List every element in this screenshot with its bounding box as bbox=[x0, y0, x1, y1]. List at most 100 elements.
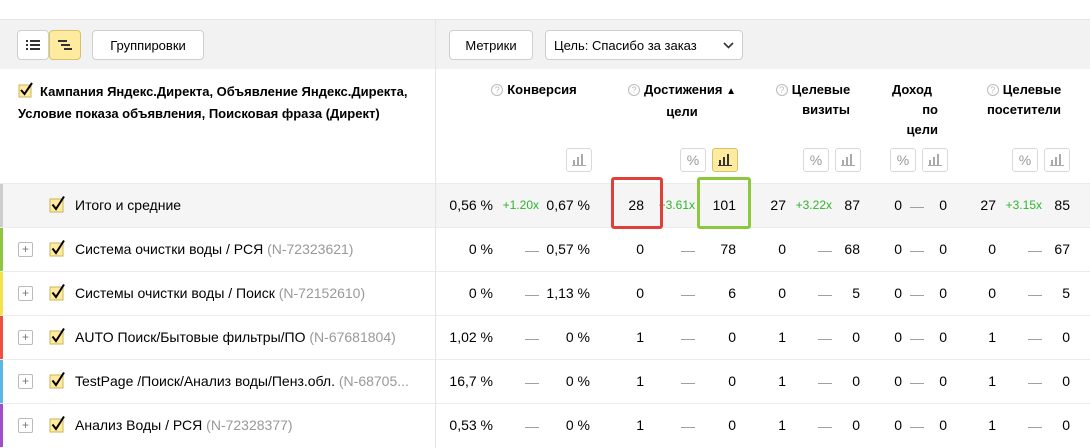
cell-vis-delta: — bbox=[1028, 286, 1042, 302]
cell-conv-delta: — bbox=[525, 330, 539, 346]
row-title-text: Системы очистки воды / Поиск bbox=[75, 285, 275, 301]
cell-rev-delta: — bbox=[910, 286, 924, 302]
cell-conv-delta: — bbox=[525, 242, 539, 258]
chart-toggle-reaches[interactable] bbox=[712, 148, 738, 172]
bar-chart-icon bbox=[1050, 154, 1064, 166]
chart-toggle-visitors[interactable] bbox=[1044, 148, 1070, 172]
col-goal-reaches[interactable]: ? Достижения ▲ цели bbox=[612, 80, 752, 122]
cell-visits-a: 1 bbox=[778, 329, 786, 345]
bar-chart-icon bbox=[928, 154, 942, 166]
row-title[interactable]: Итого и средние bbox=[75, 197, 420, 213]
highlight-box-green bbox=[697, 177, 751, 229]
sort-arrow-icon: ▲ bbox=[726, 86, 736, 97]
row-title-text: Итого и средние bbox=[75, 197, 182, 213]
percent-toggle-visitors[interactable]: % bbox=[1012, 148, 1038, 172]
checkbox-checked-icon bbox=[49, 371, 65, 389]
cell-rev-delta: — bbox=[910, 242, 924, 258]
groupings-button[interactable]: Группировки bbox=[92, 30, 204, 60]
cell-rev-a: 0 bbox=[894, 329, 902, 345]
table-row[interactable]: + Системы очистки воды / Поиск (N-7215261… bbox=[0, 271, 1090, 315]
cell-visits-delta: — bbox=[818, 330, 832, 346]
help-icon[interactable]: ? bbox=[627, 84, 640, 96]
cell-vis-a: 0 bbox=[988, 241, 996, 257]
row-title[interactable]: AUTO Поиск/Бытовые фильтры/ПО (N-6768180… bbox=[75, 329, 420, 345]
cell-rev-a: 0 bbox=[894, 197, 902, 213]
cell-visits-delta: — bbox=[818, 242, 832, 258]
row-title[interactable]: TestPage /Поиск/Анализ воды/Пенз.обл. (N… bbox=[75, 373, 420, 389]
percent-toggle-revenue[interactable]: % bbox=[890, 148, 916, 172]
cell-visits-a: 1 bbox=[778, 373, 786, 389]
cell-reach-delta: — bbox=[681, 286, 695, 302]
cell-conv-a: 0 % bbox=[468, 241, 493, 257]
row-color-stripe bbox=[0, 228, 3, 271]
bar-chart-icon bbox=[718, 154, 732, 166]
col-target-visits[interactable]: ? Целевые визиты bbox=[768, 80, 858, 120]
cell-conv-b: 0 % bbox=[565, 373, 590, 389]
table-row[interactable]: + AUTO Поиск/Бытовые фильтры/ПО (N-676818… bbox=[0, 315, 1090, 359]
col-target-visitors[interactable]: ? Целевые посетители bbox=[976, 80, 1072, 120]
expand-row-button[interactable]: + bbox=[18, 330, 33, 345]
goal-select[interactable]: Цель: Спасибо за заказ bbox=[545, 30, 743, 60]
help-icon[interactable]: ? bbox=[986, 84, 999, 96]
expand-row-button[interactable]: + bbox=[18, 286, 33, 301]
percent-icon: % bbox=[686, 152, 700, 168]
chart-toggle-conversion[interactable] bbox=[566, 148, 592, 172]
row-checkbox[interactable] bbox=[49, 283, 66, 304]
cell-vis-delta: — bbox=[1028, 242, 1042, 258]
table-row[interactable]: + Система очистки воды / РСЯ (N-72323621)… bbox=[0, 227, 1090, 271]
row-color-stripe bbox=[0, 316, 3, 359]
row-color-stripe bbox=[0, 360, 3, 403]
row-title[interactable]: Система очистки воды / РСЯ (N-72323621) bbox=[75, 241, 420, 257]
cell-vis-a: 1 bbox=[988, 329, 996, 345]
row-title[interactable]: Системы очистки воды / Поиск (N-72152610… bbox=[75, 285, 420, 301]
cell-vis-b: 0 bbox=[1062, 373, 1070, 389]
table-row[interactable]: + Анализ Воды / РСЯ (N-72328377) 0,53 % — 0 … bbox=[0, 403, 1090, 447]
percent-toggle-visits[interactable]: % bbox=[803, 148, 829, 172]
cell-vis-delta: +3.15x bbox=[1005, 198, 1042, 212]
tree-view-button[interactable] bbox=[49, 30, 81, 60]
cell-reach-b: 0 bbox=[728, 329, 736, 345]
cell-visits-delta: +3.22x bbox=[795, 198, 832, 212]
row-checkbox[interactable] bbox=[49, 415, 66, 436]
percent-icon: % bbox=[809, 152, 823, 168]
cell-vis-a: 1 bbox=[988, 417, 996, 433]
expand-row-button[interactable]: + bbox=[18, 242, 33, 257]
cell-conv-a: 0,53 % bbox=[449, 417, 493, 433]
chart-toggle-visits[interactable] bbox=[835, 148, 861, 172]
row-color-stripe bbox=[0, 184, 3, 227]
expand-row-button[interactable]: + bbox=[18, 374, 33, 389]
percent-toggle-reaches[interactable]: % bbox=[680, 148, 706, 172]
total-row[interactable]: Итого и средние 0,56 % +1.20x 0,67 % 28 +3.61… bbox=[0, 183, 1090, 227]
cell-conv-a: 0 % bbox=[468, 285, 493, 301]
row-checkbox[interactable] bbox=[49, 195, 66, 216]
cell-visits-delta: — bbox=[818, 286, 832, 302]
row-checkbox[interactable] bbox=[49, 327, 66, 348]
goal-select-label: Цель: Спасибо за заказ bbox=[554, 37, 697, 53]
list-view-button[interactable] bbox=[17, 30, 49, 60]
row-checkbox[interactable] bbox=[49, 239, 66, 260]
col-conversion[interactable]: ? Конверсия bbox=[486, 80, 582, 100]
top-strip bbox=[0, 0, 1090, 19]
row-id: (N-72328377) bbox=[206, 417, 293, 433]
metrics-button[interactable]: Метрики bbox=[449, 30, 533, 60]
row-color-stripe bbox=[0, 404, 3, 447]
cell-conv-delta: — bbox=[525, 374, 539, 390]
help-icon[interactable]: ? bbox=[491, 84, 504, 96]
header-checkbox[interactable] bbox=[18, 82, 34, 104]
row-title[interactable]: Анализ Воды / РСЯ (N-72328377) bbox=[75, 417, 420, 433]
help-icon[interactable]: ? bbox=[775, 84, 788, 96]
cell-visits-a: 0 bbox=[778, 241, 786, 257]
table-row[interactable]: + TestPage /Поиск/Анализ воды/Пенз.обл. (… bbox=[0, 359, 1090, 403]
checkbox-checked-icon bbox=[49, 195, 65, 213]
cell-conv-a: 1,02 % bbox=[449, 329, 493, 345]
cell-reach-delta: — bbox=[681, 374, 695, 390]
chart-toggle-revenue[interactable] bbox=[922, 148, 948, 172]
row-checkbox[interactable] bbox=[49, 371, 66, 392]
col-revenue[interactable]: Доход по цели bbox=[880, 80, 944, 140]
cell-rev-b: 0 bbox=[939, 373, 947, 389]
cell-conv-a: 0,56 % bbox=[449, 197, 493, 213]
checkbox-checked-icon bbox=[49, 283, 65, 301]
cell-reach-a: 1 bbox=[636, 373, 644, 389]
cell-reach-delta: +3.61x bbox=[658, 198, 695, 212]
expand-row-button[interactable]: + bbox=[18, 418, 33, 433]
